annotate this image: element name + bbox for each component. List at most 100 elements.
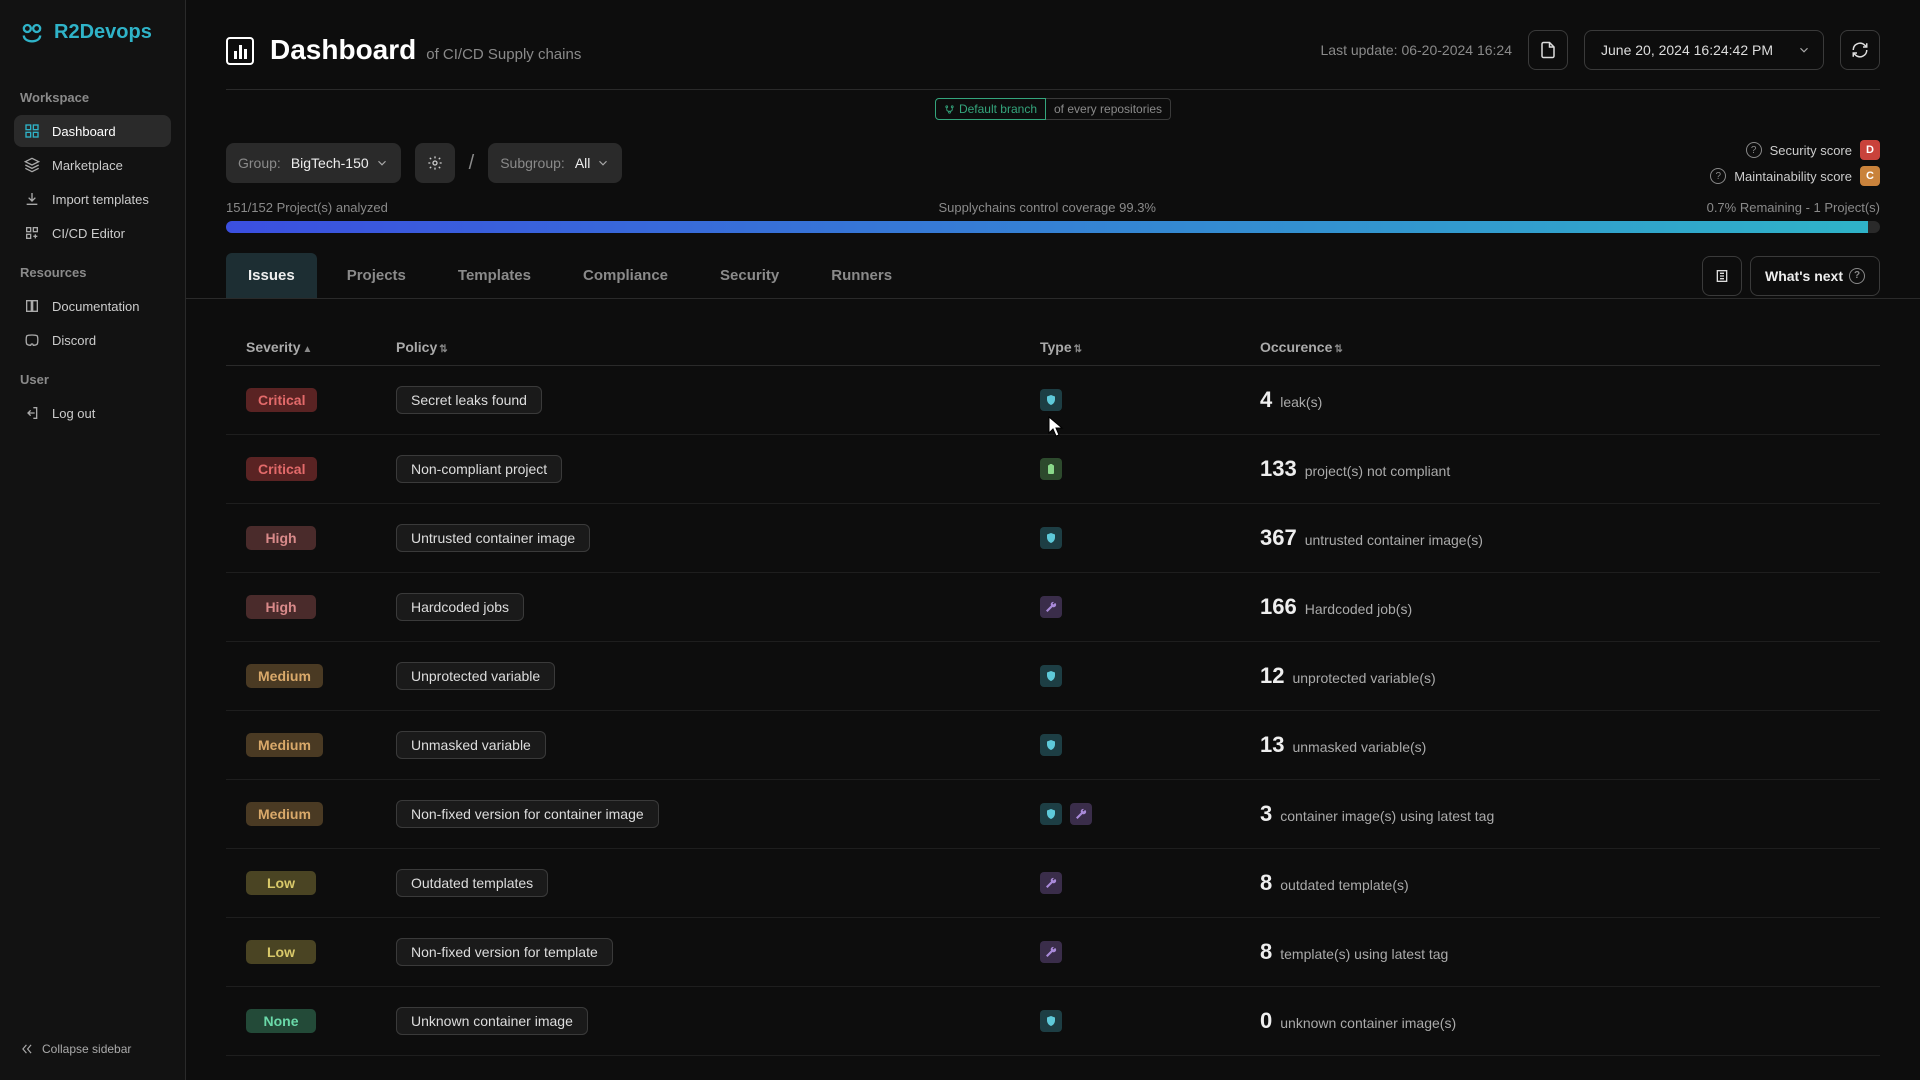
marketplace-icon: [24, 157, 40, 173]
security-score-label: Security score: [1770, 143, 1852, 158]
tab-issues[interactable]: Issues: [226, 253, 317, 298]
stats-row: 151/152 Project(s) analyzed Supplychains…: [186, 196, 1920, 221]
branch-scope: of every repositories: [1046, 98, 1171, 120]
severity-badge: High: [246, 595, 316, 619]
col-policy[interactable]: Policy⇅: [396, 339, 1040, 355]
tab-bar: Issues Projects Templates Compliance Sec…: [186, 253, 1920, 299]
book-icon: [24, 298, 40, 314]
subgroup-label: Subgroup:: [500, 155, 565, 171]
brand-name: R2Devops: [54, 21, 152, 44]
occurrence: 367untrusted container image(s): [1260, 525, 1860, 551]
occurrence: 0unknown container image(s): [1260, 1008, 1860, 1034]
dashboard-title-icon: [226, 37, 254, 65]
collapse-sidebar[interactable]: Collapse sidebar: [14, 1036, 171, 1062]
occurrence: 12unprotected variable(s): [1260, 663, 1860, 689]
sidebar-item-label: Log out: [52, 406, 95, 421]
group-select[interactable]: Group: BigTech-150: [226, 143, 401, 183]
brand-logo[interactable]: R2Devops: [18, 18, 171, 46]
policy-tag: Unprotected variable: [396, 662, 555, 690]
policy-tag: Unmasked variable: [396, 731, 546, 759]
maintainability-score: ? Maintainability score C: [1710, 166, 1880, 186]
tab-runners[interactable]: Runners: [809, 253, 914, 298]
table-row[interactable]: LowOutdated templates8outdated template(…: [226, 849, 1880, 918]
download-icon: [24, 191, 40, 207]
subgroup-value: All: [575, 155, 591, 171]
sidebar-item-cicd-editor[interactable]: CI/CD Editor: [14, 217, 171, 249]
wrench-icon: [1070, 803, 1092, 825]
help-icon[interactable]: ?: [1710, 168, 1726, 184]
occurrence: 133project(s) not compliant: [1260, 456, 1860, 482]
chevron-down-icon: [596, 156, 610, 170]
table-row[interactable]: Medium Unprotected variable 12unprotected …: [226, 642, 1880, 711]
sidebar-item-logout[interactable]: Log out: [14, 397, 171, 429]
wrench-icon: [1040, 596, 1062, 618]
sidebar-item-documentation[interactable]: Documentation: [14, 290, 171, 322]
col-severity[interactable]: Severity▲: [246, 339, 396, 355]
sidebar-item-discord[interactable]: Discord: [14, 324, 171, 356]
tab-projects[interactable]: Projects: [325, 253, 428, 298]
table-row[interactable]: CriticalNon-compliant project133project(…: [226, 435, 1880, 504]
gear-icon: [427, 155, 443, 171]
section-workspace: Workspace: [20, 90, 165, 105]
shield-icon: [1040, 1010, 1062, 1032]
header: Dashboard of CI/CD Supply chains Last up…: [186, 0, 1920, 89]
policy-tag: Outdated templates: [396, 869, 548, 897]
col-occurrence[interactable]: Occurence⇅: [1260, 339, 1860, 355]
severity-badge: None: [246, 1009, 316, 1033]
tab-templates[interactable]: Templates: [436, 253, 553, 298]
maintainability-score-label: Maintainability score: [1734, 169, 1852, 184]
main-panel: Dashboard of CI/CD Supply chains Last up…: [186, 0, 1920, 1080]
subgroup-select[interactable]: Subgroup: All: [488, 143, 622, 183]
table-row[interactable]: MediumUnmasked variable13unmasked variab…: [226, 711, 1880, 780]
refresh-button[interactable]: [1840, 30, 1880, 70]
occurrence: 13unmasked variable(s): [1260, 732, 1860, 758]
sidebar-item-marketplace[interactable]: Marketplace: [14, 149, 171, 181]
type-icons: [1040, 389, 1260, 411]
policy-tag: Unknown container image: [396, 1007, 588, 1035]
shield-icon: [1040, 665, 1062, 687]
type-icons: [1040, 734, 1260, 756]
policy-tag: Non-fixed version for container image: [396, 800, 659, 828]
tab-compliance[interactable]: Compliance: [561, 253, 690, 298]
table-row[interactable]: HighHardcoded jobs166Hardcoded job(s): [226, 573, 1880, 642]
group-settings-button[interactable]: [415, 143, 455, 183]
branch-label: Default branch: [959, 102, 1037, 116]
occurrence: 8outdated template(s): [1260, 870, 1860, 896]
type-icons: [1040, 941, 1260, 963]
collapse-label: Collapse sidebar: [42, 1042, 131, 1056]
sidebar-item-label: Marketplace: [52, 158, 123, 173]
datetime-picker[interactable]: June 20, 2024 16:24:42 PM: [1584, 30, 1824, 70]
severity-badge: Medium: [246, 664, 323, 688]
table-row[interactable]: None Unknown container image 0unknown cont…: [226, 987, 1880, 1056]
chevron-down-icon: [1797, 43, 1811, 57]
type-icons: [1040, 665, 1260, 687]
section-resources: Resources: [20, 265, 165, 280]
progress-bar: [226, 221, 1880, 233]
chevron-down-icon: [375, 156, 389, 170]
table-row[interactable]: LowNon-fixed version for template8templa…: [226, 918, 1880, 987]
view-toggle-button[interactable]: [1702, 256, 1742, 296]
export-button[interactable]: [1528, 30, 1568, 70]
help-icon[interactable]: ?: [1746, 142, 1762, 158]
sidebar-item-import-templates[interactable]: Import templates: [14, 183, 171, 215]
sidebar-item-dashboard[interactable]: Dashboard: [14, 115, 171, 147]
score-panel: ? Security score D ? Maintainability sco…: [1710, 140, 1880, 186]
severity-badge: High: [246, 526, 316, 550]
remaining: 0.7% Remaining - 1 Project(s): [1707, 200, 1880, 215]
table-row[interactable]: HighUntrusted container image367untruste…: [226, 504, 1880, 573]
shield-icon: [1040, 803, 1062, 825]
whats-next-label: What's next: [1765, 268, 1843, 284]
tab-security[interactable]: Security: [698, 253, 801, 298]
col-type[interactable]: Type⇅: [1040, 339, 1260, 355]
page-subtitle: of CI/CD Supply chains: [426, 46, 581, 63]
table-header: Severity▲ Policy⇅ Type⇅ Occurence⇅: [226, 329, 1880, 366]
branch-pill[interactable]: Default branch of every repositories: [935, 98, 1171, 120]
table-row[interactable]: MediumNon-fixed version for container im…: [226, 780, 1880, 849]
whats-next-button[interactable]: What's next ?: [1750, 256, 1880, 296]
table-row[interactable]: CriticalSecret leaks found4leak(s): [226, 366, 1880, 435]
sidebar-item-label: CI/CD Editor: [52, 226, 125, 241]
policy-tag: Non-compliant project: [396, 455, 562, 483]
occurrence: 166Hardcoded job(s): [1260, 594, 1860, 620]
type-icons: [1040, 458, 1260, 480]
slash-separator: /: [469, 152, 475, 175]
